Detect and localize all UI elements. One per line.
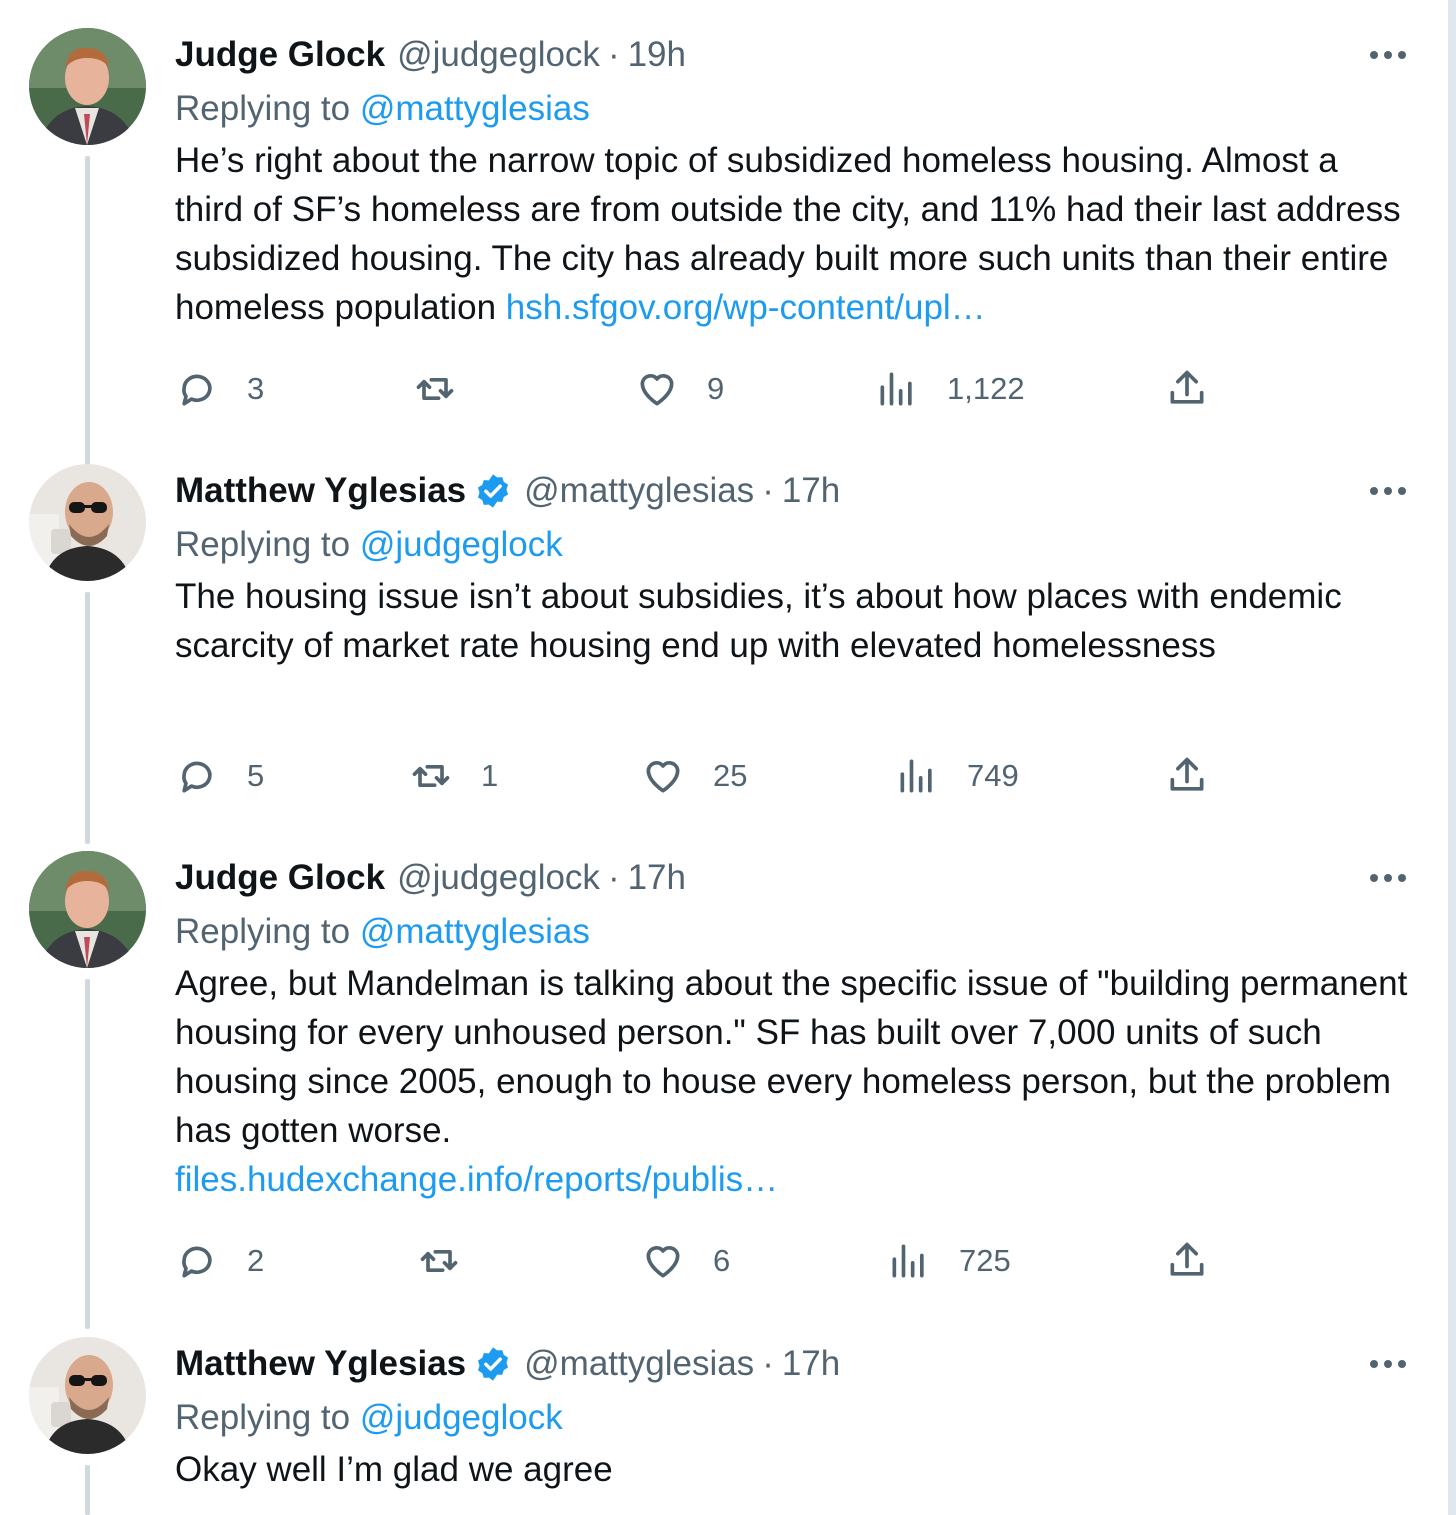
- avatar-matthew-yglesias[interactable]: [29, 464, 146, 581]
- author-name[interactable]: Judge Glock: [175, 35, 385, 75]
- views-count: 749: [967, 758, 1019, 793]
- tweet-actions: 5 1 25 749: [175, 746, 1235, 806]
- retweet-button[interactable]: [417, 1231, 489, 1291]
- like-icon: [646, 1246, 680, 1278]
- like-count: 6: [713, 1243, 731, 1278]
- replying-to-line: Replying to @judgeglock: [175, 518, 1415, 572]
- views-count: 1,122: [947, 371, 1025, 406]
- author-name[interactable]: Matthew Yglesias: [175, 1344, 466, 1384]
- tweet-text: Okay well I’m glad we agree: [175, 1445, 1415, 1494]
- separator: ·: [762, 471, 774, 510]
- views-icon: [900, 759, 932, 793]
- views-icon: [880, 372, 912, 406]
- tweet-header: Judge Glock @judgeglock · 17h: [175, 851, 1415, 905]
- window-edge: [1448, 0, 1456, 1515]
- author-handle[interactable]: @judgeglock: [397, 35, 600, 75]
- reply-count: 2: [247, 1243, 265, 1278]
- thread-line: [85, 592, 90, 844]
- like-icon: [646, 761, 680, 793]
- verified-badge-icon: [474, 472, 512, 510]
- share-button[interactable]: [1165, 746, 1209, 806]
- thread-line: [85, 979, 90, 1329]
- avatar-judge-glock[interactable]: [29, 28, 146, 145]
- share-icon: [1170, 370, 1204, 404]
- replying-label: Replying to: [175, 912, 351, 951]
- author-name[interactable]: Matthew Yglesias: [175, 471, 466, 511]
- share-button[interactable]: [1165, 359, 1209, 419]
- separator: ·: [607, 858, 620, 897]
- like-icon: [640, 374, 674, 406]
- replying-to-line: Replying to @judgeglock: [175, 1391, 1415, 1445]
- views-button[interactable]: 749: [895, 746, 1019, 806]
- views-icon: [892, 1244, 924, 1278]
- author-handle[interactable]: @judgeglock: [397, 858, 600, 898]
- verified-badge-icon: [474, 1345, 512, 1383]
- timestamp[interactable]: 17h: [782, 471, 840, 511]
- reply-count: 3: [247, 371, 265, 406]
- share-button[interactable]: [1165, 1231, 1209, 1291]
- replying-to-line: Replying to @mattyglesias: [175, 82, 1415, 136]
- avatar-matthew-yglesias[interactable]: [29, 1337, 146, 1454]
- tweet-body: The housing issue isn’t about subsidies,…: [175, 577, 1342, 665]
- reply-icon: [182, 761, 212, 793]
- reply-count: 5: [247, 758, 265, 793]
- tweet-text: Agree, but Mandelman is talking about th…: [175, 959, 1415, 1204]
- thread-line: [85, 1465, 90, 1515]
- author-handle[interactable]: @mattyglesias: [524, 471, 754, 511]
- retweet-button[interactable]: [413, 359, 485, 419]
- views-button[interactable]: 725: [887, 1231, 1011, 1291]
- tweet-link[interactable]: hsh.sfgov.org/wp-content/upl…: [506, 288, 986, 327]
- tweet-header: Judge Glock @judgeglock · 19h: [175, 28, 1415, 82]
- reply-button[interactable]: 2: [175, 1231, 264, 1291]
- views-count: 725: [959, 1243, 1011, 1278]
- replying-label: Replying to: [175, 1398, 351, 1437]
- timestamp[interactable]: 17h: [782, 1344, 840, 1384]
- avatar-judge-glock[interactable]: [29, 851, 146, 968]
- share-icon: [1170, 1242, 1204, 1276]
- thread-line: [85, 156, 90, 486]
- retweet-button[interactable]: 1: [409, 746, 498, 806]
- replying-to-line: Replying to @mattyglesias: [175, 905, 1415, 959]
- tweet-actions: 2 6 725: [175, 1231, 1235, 1291]
- separator: ·: [607, 35, 620, 74]
- replying-to-link[interactable]: @mattyglesias: [360, 89, 590, 128]
- reply-icon: [182, 374, 212, 406]
- tweet-text: He’s right about the narrow topic of sub…: [175, 136, 1415, 332]
- more-icon[interactable]: [1368, 464, 1408, 518]
- more-icon[interactable]: [1368, 28, 1408, 82]
- timestamp[interactable]: 19h: [628, 35, 686, 75]
- timestamp[interactable]: 17h: [628, 858, 686, 898]
- separator: ·: [762, 1344, 774, 1383]
- reply-button[interactable]: 5: [175, 746, 264, 806]
- replying-to-link[interactable]: @judgeglock: [360, 1398, 563, 1437]
- like-count: 25: [713, 758, 748, 793]
- like-count: 9: [707, 371, 725, 406]
- views-button[interactable]: 1,122: [875, 359, 1025, 419]
- replying-to-link[interactable]: @judgeglock: [360, 525, 563, 564]
- tweet-header: Matthew Yglesias @mattyglesias · 17h: [175, 1337, 1415, 1391]
- replying-label: Replying to: [175, 89, 351, 128]
- tweet-actions: 3 9 1,122: [175, 359, 1235, 419]
- more-icon[interactable]: [1368, 1337, 1408, 1391]
- more-icon[interactable]: [1368, 851, 1408, 905]
- author-name[interactable]: Judge Glock: [175, 858, 385, 898]
- retweet-icon: [412, 765, 450, 787]
- reply-icon: [182, 1246, 212, 1278]
- replying-label: Replying to: [175, 525, 351, 564]
- tweet-header: Matthew Yglesias @mattyglesias · 17h: [175, 464, 1415, 518]
- retweet-count: 1: [481, 758, 499, 793]
- replying-to-link[interactable]: @mattyglesias: [360, 912, 590, 951]
- tweet-body: Agree, but Mandelman is talking about th…: [175, 964, 1408, 1150]
- tweet-text: The housing issue isn’t about subsidies,…: [175, 572, 1415, 670]
- like-button[interactable]: 6: [641, 1231, 730, 1291]
- author-handle[interactable]: @mattyglesias: [524, 1344, 754, 1384]
- like-button[interactable]: 9: [635, 359, 724, 419]
- tweet-body: Okay well I’m glad we agree: [175, 1450, 613, 1489]
- retweet-icon: [420, 1250, 458, 1272]
- reply-button[interactable]: 3: [175, 359, 264, 419]
- like-button[interactable]: 25: [641, 746, 747, 806]
- tweet-link[interactable]: files.hudexchange.info/reports/publis…: [175, 1155, 1415, 1204]
- retweet-icon: [416, 378, 454, 400]
- share-icon: [1170, 757, 1204, 791]
